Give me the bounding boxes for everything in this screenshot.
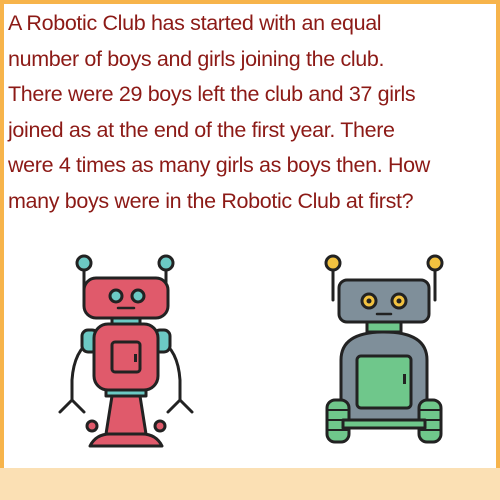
bottom-band <box>0 468 500 500</box>
question-line: were 4 times as many girls as boys then.… <box>8 153 430 177</box>
pink-robot-icon <box>58 254 194 448</box>
question-line: number of boys and girls joining the clu… <box>8 46 385 71</box>
question-line: There were 29 boys left the club and 37 … <box>8 82 416 106</box>
question-text: A Robotic Club has started with an equal… <box>8 6 496 219</box>
gray-robot-icon <box>324 254 444 444</box>
question-line: A Robotic Club has started with an equal <box>8 11 382 35</box>
question-line: joined as at the end of the first year. … <box>8 117 395 142</box>
question-line: many boys were in the Robotic Club at fi… <box>8 188 414 213</box>
problem-card: A Robotic Club has started with an equal… <box>4 4 496 468</box>
